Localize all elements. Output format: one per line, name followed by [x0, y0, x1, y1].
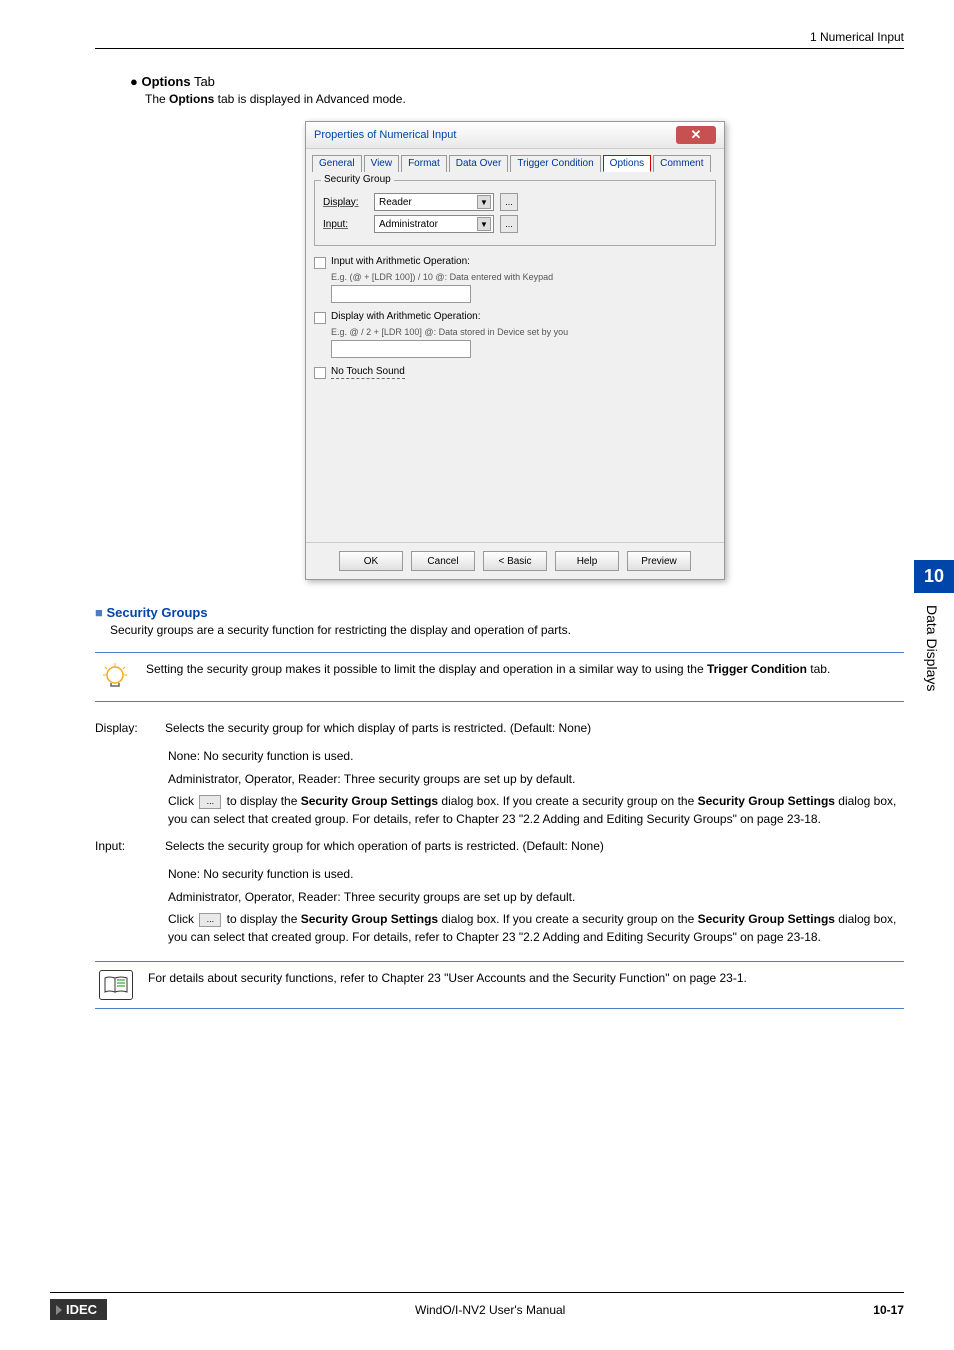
- d-sgs1: Security Group Settings: [301, 794, 438, 808]
- display-value: Reader: [379, 197, 412, 208]
- close-icon[interactable]: ✕: [676, 126, 716, 144]
- dialog-titlebar[interactable]: Properties of Numerical Input ✕: [306, 122, 724, 149]
- tab-format[interactable]: Format: [401, 155, 447, 172]
- display-arith-checkbox[interactable]: [314, 312, 326, 324]
- bullet-icon: ●: [130, 74, 141, 89]
- input-click-line: Click ... to display the Security Group …: [168, 911, 904, 946]
- i-sgs1: Security Group Settings: [301, 912, 438, 926]
- options-tab-title: ● Options Tab: [130, 74, 904, 89]
- idec-logo: IDEC: [50, 1299, 107, 1320]
- input-label: Input:: [323, 219, 368, 230]
- security-groups-heading: Security Groups: [95, 605, 904, 620]
- chevron-down-icon[interactable]: ▼: [477, 195, 491, 209]
- book-icon: [99, 970, 133, 1000]
- tab-options[interactable]: Options: [603, 155, 651, 172]
- tip-post: tab.: [807, 662, 830, 676]
- page-footer: IDEC WindO/I-NV2 User's Manual 10-17: [50, 1292, 904, 1320]
- browse-button-icon[interactable]: ...: [199, 795, 221, 809]
- d-sgs2: Security Group Settings: [698, 794, 835, 808]
- subtitle-bold: Options: [169, 92, 214, 106]
- subtitle-post: tab is displayed in Advanced mode.: [214, 92, 405, 106]
- display-line1: Selects the security group for which dis…: [165, 720, 904, 737]
- d-click-mid2: dialog box. If you create a security gro…: [438, 794, 698, 808]
- i-click-mid1: to display the: [223, 912, 300, 926]
- chapter-number: 10: [914, 560, 954, 593]
- input-browse-button[interactable]: ...: [500, 215, 518, 233]
- footer-center: WindO/I-NV2 User's Manual: [415, 1303, 565, 1317]
- display-dropdown[interactable]: Reader ▼: [374, 193, 494, 211]
- browse-button-icon[interactable]: ...: [199, 913, 221, 927]
- d-click-mid1: to display the: [223, 794, 300, 808]
- no-touch-sound-row: No Touch Sound: [314, 366, 716, 379]
- tip-text: Setting the security group makes it poss…: [146, 661, 904, 678]
- dialog-tabs: General View Format Data Over Trigger Co…: [306, 149, 724, 172]
- tip-box: Setting the security group makes it poss…: [95, 652, 904, 702]
- tip-pre: Setting the security group makes it poss…: [146, 662, 707, 676]
- display-arith-eg: E.g. @ / 2 + [LDR 100] @: Data stored in…: [331, 327, 716, 337]
- help-button[interactable]: Help: [555, 551, 619, 571]
- dialog-button-bar: OK Cancel < Basic Help Preview: [306, 542, 724, 579]
- basic-button[interactable]: < Basic: [483, 551, 547, 571]
- display-details: None: No security function is used. Admi…: [168, 748, 904, 828]
- tab-data-over[interactable]: Data Over: [449, 155, 509, 172]
- page-header: 1 Numerical Input: [95, 30, 904, 49]
- display-arith-field[interactable]: [331, 340, 471, 358]
- no-touch-sound-label: No Touch Sound: [331, 366, 405, 379]
- options-title-word: Options: [141, 74, 190, 89]
- input-arith-checkbox-row: Input with Arithmetic Operation:: [314, 256, 716, 269]
- input-arith-field[interactable]: [331, 285, 471, 303]
- input-value: Administrator: [379, 219, 438, 230]
- header-right-text: 1 Numerical Input: [810, 30, 904, 44]
- subtitle-pre: The: [145, 92, 169, 106]
- tab-comment[interactable]: Comment: [653, 155, 710, 172]
- dialog-body: Security Group Display: Reader ▼ ... Inp…: [306, 172, 724, 542]
- ok-button[interactable]: OK: [339, 551, 403, 571]
- security-groups-intro: Security groups are a security function …: [110, 623, 904, 637]
- security-group-fieldset: Security Group Display: Reader ▼ ... Inp…: [314, 180, 716, 246]
- display-none-line: None: No security function is used.: [168, 748, 904, 765]
- tab-view[interactable]: View: [364, 155, 400, 172]
- chapter-side-tab: 10 Data Displays: [914, 560, 954, 703]
- options-title-suffix: Tab: [191, 74, 215, 89]
- tip-bold: Trigger Condition: [707, 662, 807, 676]
- security-group-legend: Security Group: [321, 174, 394, 185]
- options-tab-subtitle: The Options tab is displayed in Advanced…: [145, 92, 904, 106]
- display-definition: Display: Selects the security group for …: [95, 720, 904, 742]
- reference-box: For details about security functions, re…: [95, 961, 904, 1009]
- display-label: Display:: [323, 197, 368, 208]
- display-click-line: Click ... to display the Security Group …: [168, 793, 904, 828]
- tab-trigger-condition[interactable]: Trigger Condition: [510, 155, 600, 172]
- input-arith-checkbox[interactable]: [314, 257, 326, 269]
- lightbulb-icon: [99, 661, 131, 693]
- display-browse-button[interactable]: ...: [500, 193, 518, 211]
- display-admin-line: Administrator, Operator, Reader: Three s…: [168, 771, 904, 788]
- no-touch-sound-checkbox[interactable]: [314, 367, 326, 379]
- reference-text: For details about security functions, re…: [148, 970, 904, 987]
- input-dropdown[interactable]: Administrator ▼: [374, 215, 494, 233]
- tab-general[interactable]: General: [312, 155, 362, 172]
- chevron-down-icon[interactable]: ▼: [477, 217, 491, 231]
- i-click-mid2: dialog box. If you create a security gro…: [438, 912, 698, 926]
- input-arith-label: Input with Arithmetic Operation:: [331, 256, 470, 267]
- d-click-pre: Click: [168, 794, 197, 808]
- input-none-line: None: No security function is used.: [168, 866, 904, 883]
- input-arith-eg: E.g. (@ + [LDR 100]) / 10 @: Data entere…: [331, 272, 716, 282]
- preview-button[interactable]: Preview: [627, 551, 691, 571]
- input-line1: Selects the security group for which ope…: [165, 838, 904, 855]
- chapter-label: Data Displays: [914, 593, 950, 703]
- display-arith-checkbox-row: Display with Arithmetic Operation:: [314, 311, 716, 324]
- page-number: 10-17: [873, 1303, 904, 1317]
- input-admin-line: Administrator, Operator, Reader: Three s…: [168, 889, 904, 906]
- cancel-button[interactable]: Cancel: [411, 551, 475, 571]
- properties-dialog: Properties of Numerical Input ✕ General …: [305, 121, 725, 580]
- dialog-title: Properties of Numerical Input: [314, 129, 456, 141]
- i-sgs2: Security Group Settings: [698, 912, 835, 926]
- input-definition: Input: Selects the security group for wh…: [95, 838, 904, 860]
- input-details: None: No security function is used. Admi…: [168, 866, 904, 946]
- i-click-pre: Click: [168, 912, 197, 926]
- display-arith-label: Display with Arithmetic Operation:: [331, 311, 481, 322]
- display-term: Display:: [95, 720, 155, 742]
- input-term: Input:: [95, 838, 155, 860]
